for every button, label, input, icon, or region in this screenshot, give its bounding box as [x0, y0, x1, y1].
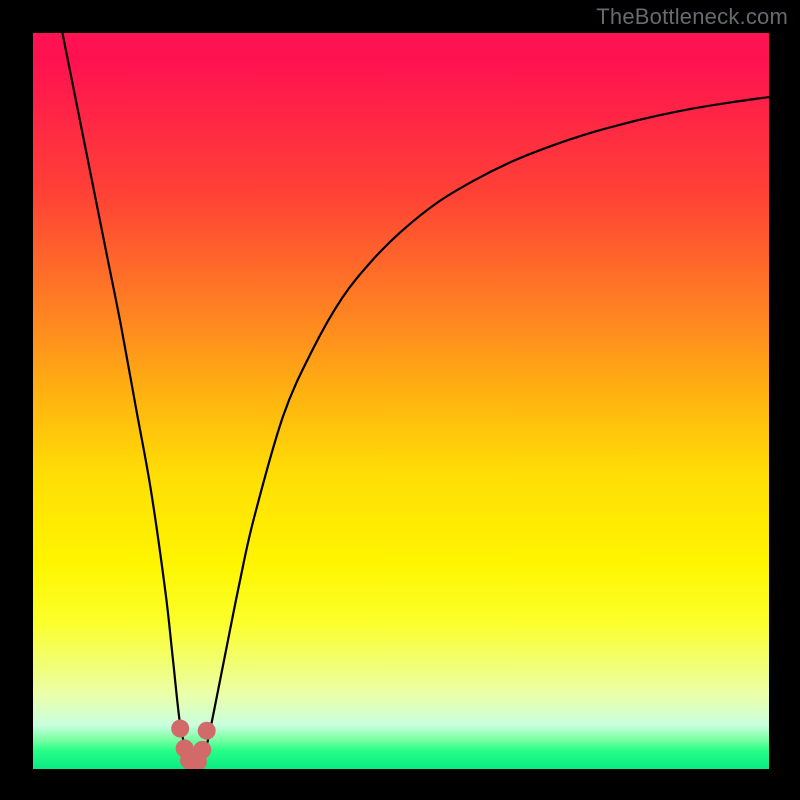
minimum-marker	[198, 722, 216, 740]
minimum-marker	[171, 720, 189, 738]
minimum-marker	[193, 741, 211, 759]
minimum-highlight-group	[171, 720, 215, 769]
chart-frame: TheBottleneck.com	[0, 0, 800, 800]
chart-svg	[33, 33, 769, 769]
watermark-text: TheBottleneck.com	[596, 4, 788, 30]
bottleneck-curve-path	[62, 33, 769, 769]
